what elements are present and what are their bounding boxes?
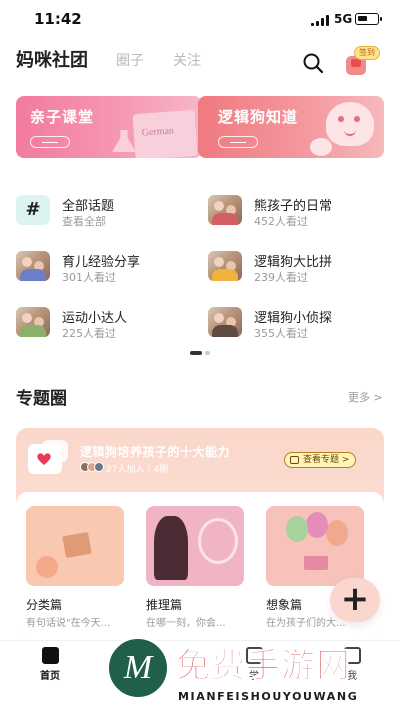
item-illustration bbox=[26, 506, 124, 586]
hashtag-icon: # bbox=[16, 195, 50, 225]
topic-name: 逻辑狗小侦探 bbox=[254, 311, 333, 326]
battery-icon bbox=[355, 13, 382, 25]
topic-thumbnail bbox=[208, 307, 242, 337]
watermark-logo: M bbox=[106, 636, 170, 700]
card-item[interactable]: 分类篇 有句话说"在今天... bbox=[26, 506, 124, 629]
view-topic-button[interactable]: 查看专题 > bbox=[284, 452, 357, 468]
topic-item[interactable]: 育儿经验分享 301人看过 bbox=[16, 251, 196, 285]
watermark-logo-letter: M bbox=[123, 649, 153, 686]
topic-name: 逻辑狗大比拼 bbox=[254, 255, 333, 270]
checkin-button[interactable]: 签到 bbox=[344, 46, 380, 78]
topic-name: 全部话题 bbox=[62, 199, 115, 214]
item-illustration bbox=[266, 506, 364, 586]
card-items: 分类篇 有句话说"在今天... 推理篇 在哪一刻，你会... 想象篇 在为孩子们… bbox=[16, 492, 384, 638]
banner-title: 逻辑狗知道 bbox=[218, 108, 299, 126]
more-link[interactable]: 更多 > bbox=[348, 389, 383, 405]
status-time: 11:42 bbox=[34, 10, 82, 28]
topic-thumbnail bbox=[16, 307, 50, 337]
topic-sub: 239人看过 bbox=[254, 271, 308, 284]
topic-item[interactable]: 逻辑狗大比拼 239人看过 bbox=[208, 251, 388, 285]
watermark-text: 免费手游网 bbox=[176, 646, 351, 687]
book-label: German bbox=[141, 125, 175, 139]
arrow-icon bbox=[30, 136, 70, 148]
nav-label: 首页 bbox=[40, 671, 60, 682]
site-watermark: M 免费手游网 MIANFEISHOUYOUWANG bbox=[100, 632, 400, 711]
topic-item[interactable]: 运动小达人 225人看过 bbox=[16, 307, 196, 341]
home-icon bbox=[290, 456, 299, 464]
special-topic-card[interactable]: 逻辑狗培养孩子的十大能力 27人加入丨4期 查看专题 > 分类篇 有句话说"在今… bbox=[16, 428, 384, 638]
top-header: 妈咪社团 圈子 关注 签到 bbox=[0, 40, 400, 80]
banner-title: 亲子课堂 bbox=[30, 108, 95, 126]
status-bar: 11:42 5G bbox=[0, 0, 400, 40]
topic-all[interactable]: # 全部话题 查看全部 bbox=[16, 195, 196, 229]
plus-icon: + bbox=[340, 579, 370, 619]
card-title: 逻辑狗培养孩子的十大能力 bbox=[80, 445, 231, 459]
topic-thumbnail bbox=[208, 251, 242, 281]
item-title: 推理篇 bbox=[146, 598, 183, 612]
nav-home[interactable]: 首页 bbox=[20, 647, 80, 682]
topic-name: 熊孩子的日常 bbox=[254, 199, 333, 214]
item-title: 想象篇 bbox=[266, 598, 303, 612]
item-desc: 在哪一刻，你会... bbox=[146, 618, 226, 629]
topic-sub: 225人看过 bbox=[62, 327, 116, 340]
item-title: 分类篇 bbox=[26, 598, 63, 612]
topic-sub: 355人看过 bbox=[254, 327, 308, 340]
tab-circles[interactable]: 圈子 bbox=[116, 50, 144, 70]
item-desc: 有句话说"在今天... bbox=[26, 618, 111, 629]
topic-item[interactable]: 逻辑狗小侦探 355人看过 bbox=[208, 307, 388, 341]
card-item[interactable]: 推理篇 在哪一刻，你会... bbox=[146, 506, 244, 629]
add-post-button[interactable]: + bbox=[330, 578, 380, 622]
banner-logic-dog[interactable]: 逻辑狗知道 bbox=[198, 96, 384, 158]
ghost-illustration bbox=[326, 102, 374, 146]
member-avatars bbox=[80, 462, 104, 472]
topic-name: 育儿经验分享 bbox=[62, 255, 141, 270]
topic-item[interactable]: 熊孩子的日常 452人看过 bbox=[208, 195, 388, 229]
chat-bubble-icon bbox=[28, 440, 72, 478]
topic-sub: 查看全部 bbox=[62, 215, 106, 228]
watermark-subtext: MIANFEISHOUYOUWANG bbox=[178, 690, 359, 703]
search-icon[interactable] bbox=[302, 52, 324, 74]
section-title: 专题圈 bbox=[16, 389, 67, 409]
topic-name: 运动小达人 bbox=[62, 311, 128, 326]
card-meta: 27人加入丨4期 bbox=[106, 465, 169, 475]
item-illustration bbox=[146, 506, 244, 586]
banner-parent-class[interactable]: German 亲子课堂 bbox=[16, 96, 202, 158]
arrow-icon bbox=[218, 136, 258, 148]
flask-illustration bbox=[112, 130, 136, 152]
book-illustration: German bbox=[132, 109, 198, 158]
page-indicator bbox=[190, 351, 212, 355]
signal-icon bbox=[311, 15, 329, 26]
home-icon bbox=[42, 647, 59, 664]
network-label: 5G bbox=[334, 12, 353, 26]
tab-following[interactable]: 关注 bbox=[173, 50, 201, 70]
topic-sub: 301人看过 bbox=[62, 271, 116, 284]
topic-thumbnail bbox=[16, 251, 50, 281]
ghost-small-illustration bbox=[310, 138, 332, 156]
view-topic-label: 查看专题 > bbox=[303, 455, 350, 465]
checkin-badge: 签到 bbox=[354, 46, 380, 60]
topic-thumbnail bbox=[208, 195, 242, 225]
tab-mommy-club[interactable]: 妈咪社团 bbox=[16, 46, 88, 72]
topic-sub: 452人看过 bbox=[254, 215, 308, 228]
